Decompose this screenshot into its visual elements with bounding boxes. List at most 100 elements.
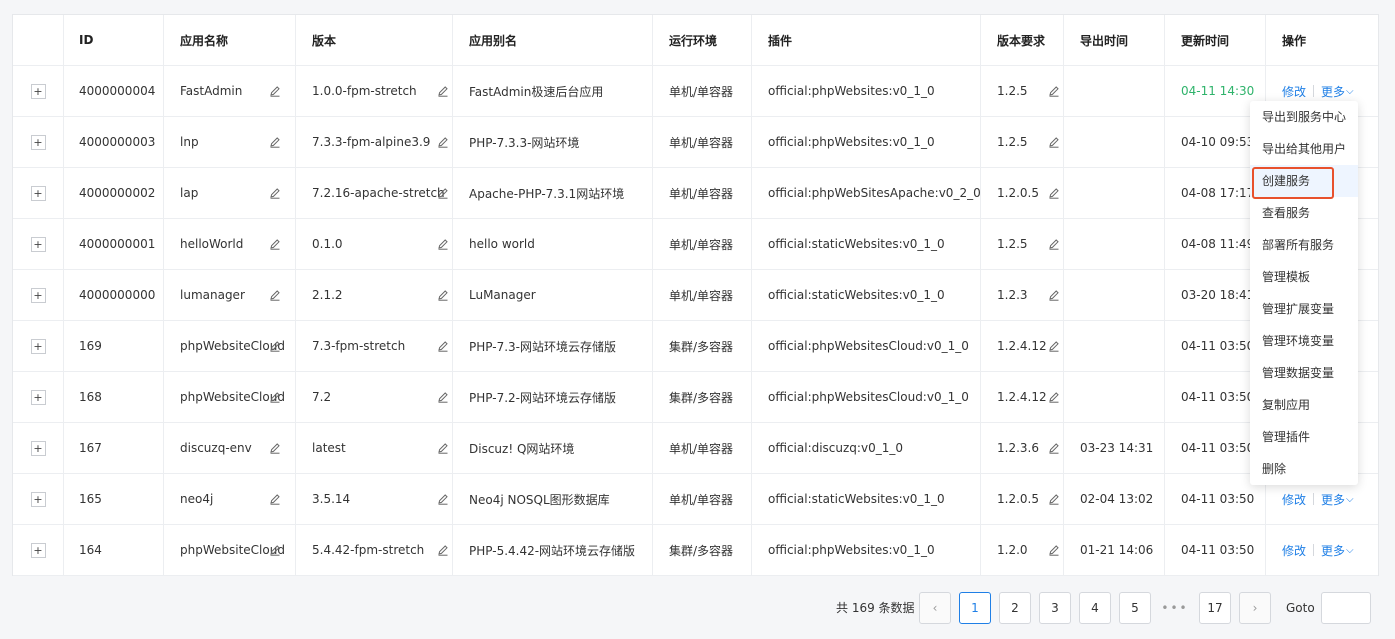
edit-icon[interactable]: [269, 442, 281, 454]
app-id: 4000000003: [79, 135, 156, 149]
column-header: 应用名称: [164, 15, 296, 65]
expand-row-button[interactable]: +: [30, 287, 46, 303]
edit-icon[interactable]: [437, 136, 449, 148]
chevron-down-icon[interactable]: ⌵: [1346, 545, 1354, 556]
app-id: 4000000002: [79, 186, 156, 200]
app-alias: PHP-5.4.42-网站环境云存储版: [469, 543, 636, 558]
edit-icon[interactable]: [269, 238, 281, 250]
edit-link[interactable]: 修改: [1282, 491, 1306, 508]
update-time: 04-11 14:30: [1181, 84, 1255, 98]
more-link[interactable]: 更多: [1321, 491, 1345, 508]
app-alias: LuManager: [469, 288, 536, 302]
chevron-down-icon[interactable]: ⌵: [1346, 494, 1354, 505]
expand-row-button[interactable]: +: [30, 440, 46, 456]
edit-icon[interactable]: [1048, 187, 1060, 199]
dropdown-item[interactable]: 管理环境变量: [1250, 325, 1358, 357]
app-version: latest: [312, 441, 346, 455]
edit-icon[interactable]: [269, 289, 281, 301]
next-page-button[interactable]: ›: [1239, 592, 1271, 624]
app-alias: PHP-7.3.3-网站环境: [469, 135, 580, 150]
edit-icon[interactable]: [1048, 340, 1060, 352]
version-requirement: 1.2.5: [997, 84, 1028, 98]
page-button[interactable]: 2: [999, 592, 1031, 624]
edit-icon[interactable]: [437, 289, 449, 301]
dropdown-item[interactable]: 管理插件: [1250, 421, 1358, 453]
plugin-name: official:staticWebsites:v0_1_0: [768, 492, 945, 506]
pagination-ellipsis[interactable]: •••: [1159, 592, 1191, 624]
edit-icon[interactable]: [1048, 136, 1060, 148]
edit-icon[interactable]: [437, 340, 449, 352]
more-link[interactable]: 更多: [1321, 542, 1345, 559]
app-version: 7.3.3-fpm-alpine3.9: [312, 135, 431, 149]
update-time: 04-11 03:50: [1181, 492, 1255, 506]
edit-icon[interactable]: [269, 391, 281, 403]
goto-input[interactable]: [1321, 592, 1371, 624]
page-button[interactable]: 5: [1119, 592, 1151, 624]
app-name: neo4j: [180, 492, 214, 506]
edit-icon[interactable]: [437, 544, 449, 556]
expand-row-button[interactable]: +: [30, 83, 46, 99]
edit-icon[interactable]: [437, 187, 449, 199]
edit-link[interactable]: 修改: [1282, 83, 1306, 100]
app-name: FastAdmin: [180, 84, 243, 98]
dropdown-item[interactable]: 管理数据变量: [1250, 357, 1358, 389]
edit-icon[interactable]: [1048, 442, 1060, 454]
edit-icon[interactable]: [437, 442, 449, 454]
app-name: lumanager: [180, 288, 245, 302]
expand-row-button[interactable]: +: [30, 134, 46, 150]
column-header: [13, 15, 64, 65]
prev-page-button[interactable]: ‹: [919, 592, 951, 624]
edit-icon[interactable]: [437, 85, 449, 97]
dropdown-item[interactable]: 导出给其他用户: [1250, 133, 1358, 165]
plugin-name: official:phpWebsitesCloud:v0_1_0: [768, 339, 969, 353]
page-button[interactable]: 1: [959, 592, 991, 624]
dropdown-item[interactable]: 管理模板: [1250, 261, 1358, 293]
edit-icon[interactable]: [269, 493, 281, 505]
edit-icon[interactable]: [437, 238, 449, 250]
expand-row-button[interactable]: +: [30, 338, 46, 354]
runtime-env: 单机/单容器: [669, 441, 734, 456]
dropdown-item[interactable]: 复制应用: [1250, 389, 1358, 421]
dropdown-item[interactable]: 查看服务: [1250, 197, 1358, 229]
update-time: 04-08 17:17: [1181, 186, 1255, 200]
edit-icon[interactable]: [269, 340, 281, 352]
expand-row-button[interactable]: +: [30, 491, 46, 507]
chevron-down-icon[interactable]: ⌵: [1346, 86, 1354, 97]
edit-icon[interactable]: [437, 391, 449, 403]
expand-row-button[interactable]: +: [30, 542, 46, 558]
version-requirement: 1.2.3.6: [997, 441, 1039, 455]
expand-row-button[interactable]: +: [30, 236, 46, 252]
edit-icon[interactable]: [269, 136, 281, 148]
dropdown-item[interactable]: 导出到服务中心: [1250, 101, 1358, 133]
edit-icon[interactable]: [269, 544, 281, 556]
plugin-name: official:phpWebsitesCloud:v0_1_0: [768, 390, 969, 404]
edit-icon[interactable]: [1048, 289, 1060, 301]
app-alias: PHP-7.3-网站环境云存储版: [469, 339, 616, 354]
runtime-env: 单机/单容器: [669, 237, 734, 252]
edit-icon[interactable]: [1048, 544, 1060, 556]
app-id: 167: [79, 441, 102, 455]
version-requirement: 1.2.4.12: [997, 339, 1047, 353]
edit-icon[interactable]: [1048, 493, 1060, 505]
expand-row-button[interactable]: +: [30, 389, 46, 405]
dropdown-item[interactable]: 删除: [1250, 453, 1358, 485]
page-button[interactable]: 4: [1079, 592, 1111, 624]
dropdown-item[interactable]: 管理扩展变量: [1250, 293, 1358, 325]
edit-icon[interactable]: [1048, 391, 1060, 403]
app-id: 165: [79, 492, 102, 506]
dropdown-item[interactable]: 创建服务: [1250, 165, 1358, 199]
more-link[interactable]: 更多: [1321, 83, 1345, 100]
page-button[interactable]: 17: [1199, 592, 1231, 624]
update-time: 04-11 03:50: [1181, 339, 1255, 353]
dropdown-item[interactable]: 部署所有服务: [1250, 229, 1358, 261]
edit-icon[interactable]: [1048, 238, 1060, 250]
update-time: 04-10 09:53: [1181, 135, 1255, 149]
edit-icon[interactable]: [437, 493, 449, 505]
edit-icon[interactable]: [1048, 85, 1060, 97]
expand-row-button[interactable]: +: [30, 185, 46, 201]
page-button[interactable]: 3: [1039, 592, 1071, 624]
edit-icon[interactable]: [269, 187, 281, 199]
update-time: 04-11 03:50: [1181, 441, 1255, 455]
edit-icon[interactable]: [269, 85, 281, 97]
edit-link[interactable]: 修改: [1282, 542, 1306, 559]
